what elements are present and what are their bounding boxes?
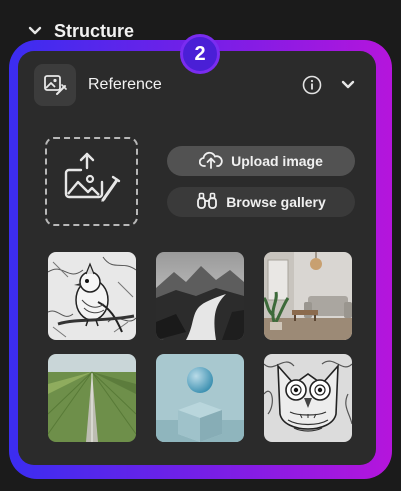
info-icon[interactable] [300, 73, 324, 97]
road-through-fields-thumbnail[interactable] [48, 354, 136, 442]
step-badge: 2 [180, 34, 220, 74]
upload-image-label: Upload image [231, 153, 323, 169]
upload-image-icon [61, 150, 123, 213]
binoculars-icon [196, 192, 218, 213]
image-drop-zone[interactable] [45, 137, 138, 226]
collapse-chevron-icon[interactable] [338, 75, 358, 95]
sphere-on-cube-thumbnail[interactable] [156, 354, 244, 442]
reference-title: Reference [88, 76, 162, 93]
bird-sketch-thumbnail[interactable] [48, 252, 136, 340]
owl-drawing-thumbnail[interactable] [264, 354, 352, 442]
chevron-down-icon [28, 26, 42, 36]
section-title: Structure [54, 20, 135, 41]
browse-gallery-label: Browse gallery [226, 194, 326, 210]
cloud-upload-icon [198, 151, 223, 172]
browse-gallery-button[interactable]: Browse gallery [167, 187, 355, 217]
reference-image-icon [34, 64, 76, 106]
upload-image-button[interactable]: Upload image [167, 146, 355, 176]
reference-panel: Reference Upload image Browse gallery [18, 51, 376, 465]
misty-river-landscape-thumbnail[interactable] [156, 252, 244, 340]
living-room-interior-thumbnail[interactable] [264, 252, 352, 340]
